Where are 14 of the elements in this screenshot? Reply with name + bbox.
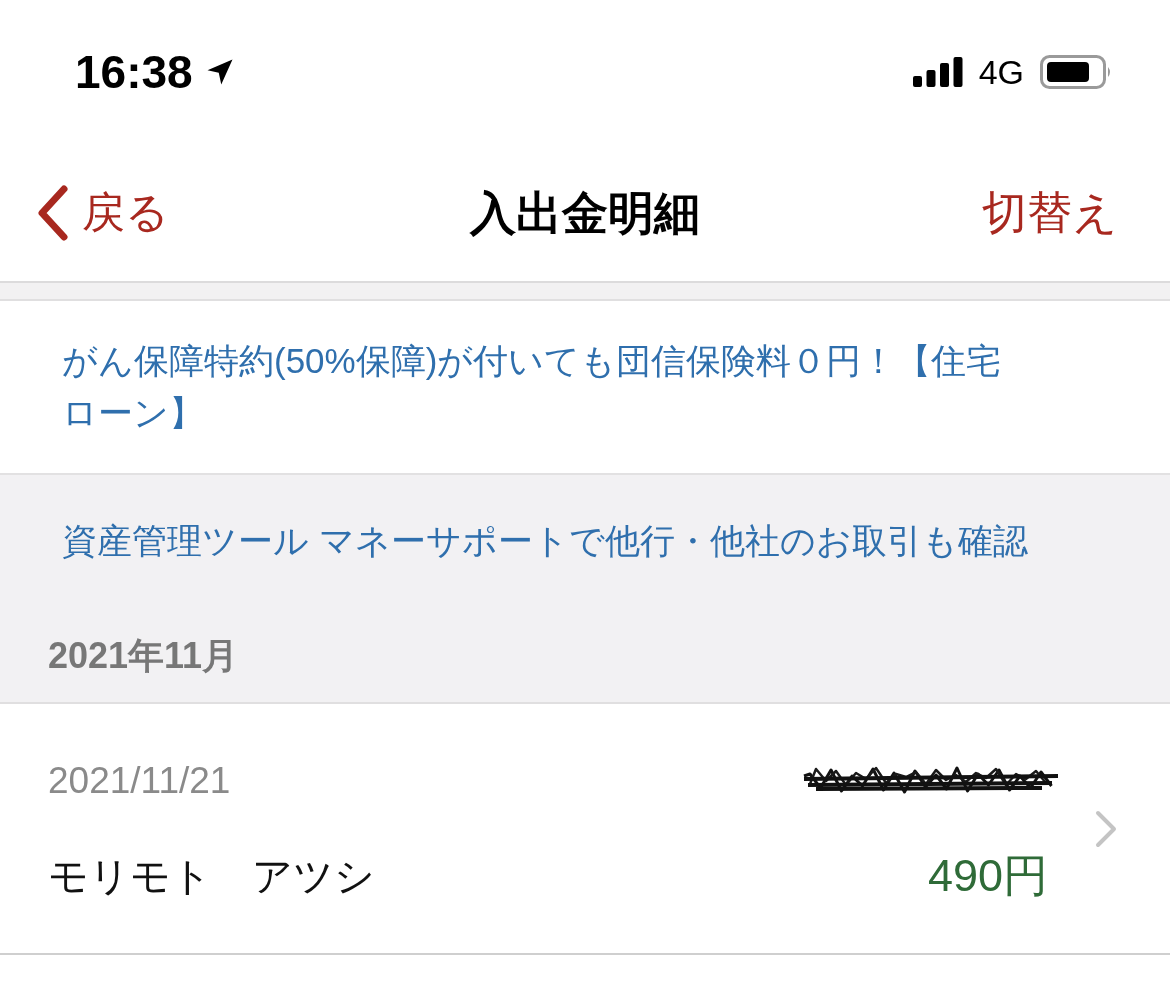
signal-bars-icon xyxy=(912,57,963,87)
page-title: 入出金明細 xyxy=(470,189,700,236)
month-header: 2021年11月 xyxy=(48,635,239,676)
chevron-right-icon xyxy=(1094,809,1118,848)
back-button[interactable]: 戻る xyxy=(36,184,169,241)
status-time: 16:38 xyxy=(75,49,193,95)
ad-banner-link[interactable]: がん保障特約(50%保障)が付いても団信保険料０円！【住宅ローン】 xyxy=(62,335,1020,439)
network-type: 4G xyxy=(978,55,1024,89)
transaction-date: 2021/11/21 xyxy=(48,761,231,801)
transaction-amount: 490円 xyxy=(927,851,1048,901)
switch-button[interactable]: 切替え xyxy=(982,190,1118,235)
battery-icon xyxy=(1040,55,1112,89)
chevron-left-icon xyxy=(36,184,70,241)
transaction-name: モリモト アツシ xyxy=(48,853,375,900)
